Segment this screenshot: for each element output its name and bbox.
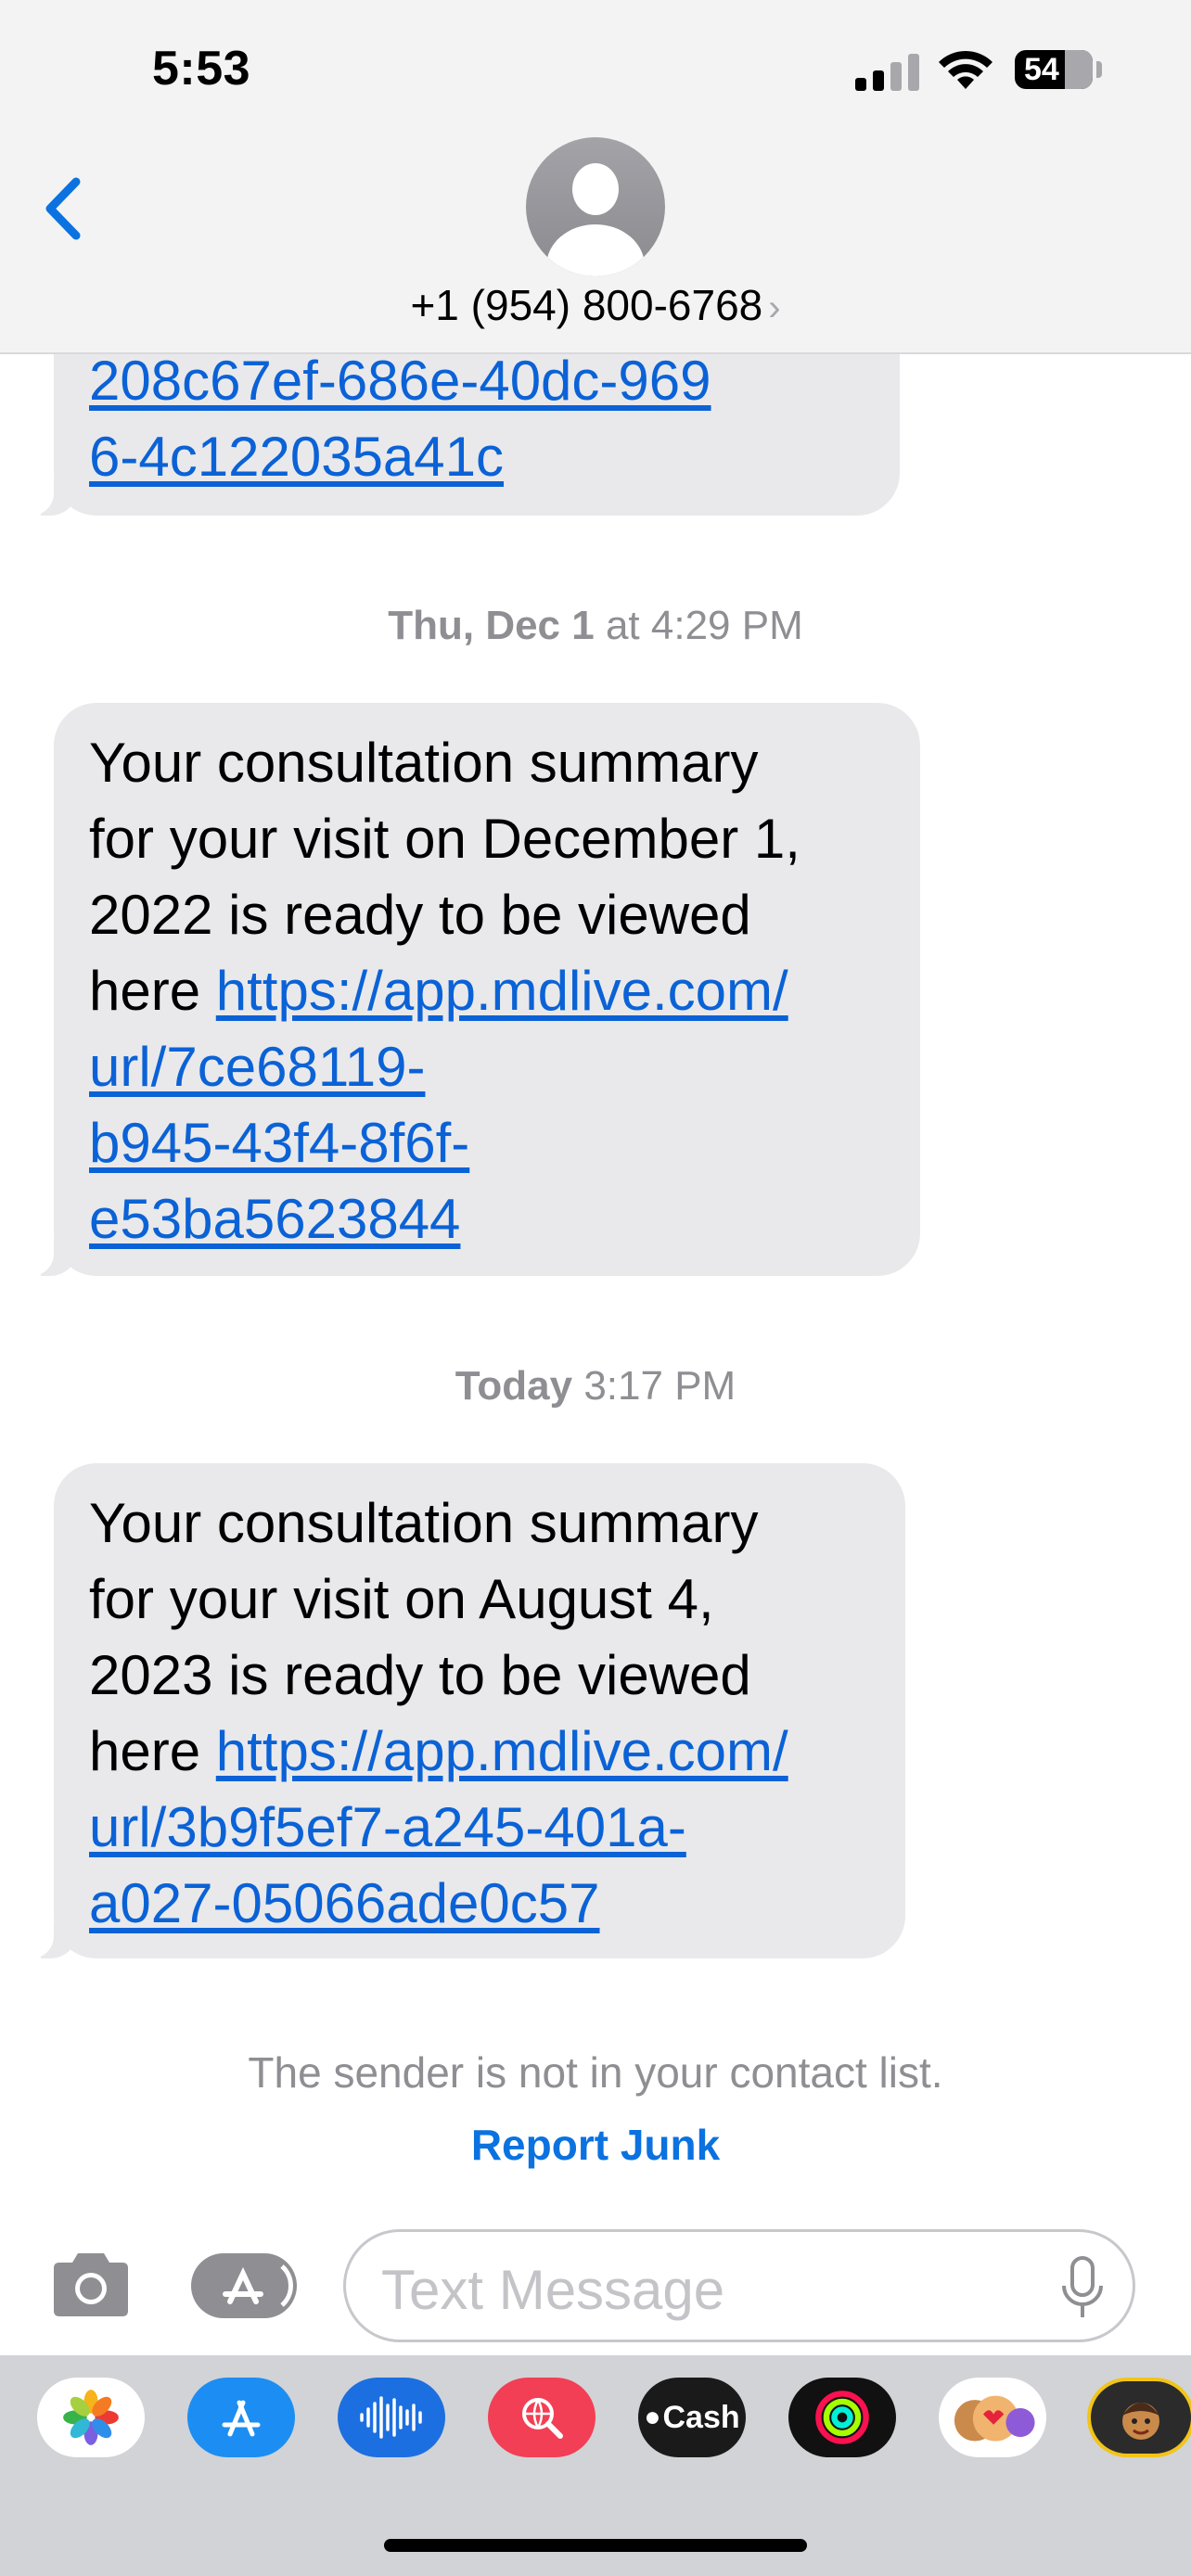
wifi-icon [939,50,992,89]
chevron-right-icon: › [768,287,781,328]
back-chevron-icon[interactable] [39,176,85,241]
battery-icon: 54 [1015,50,1093,89]
message-bubble[interactable]: Your consultation summary for your visit… [22,1463,905,1958]
navigation-header: 5:53 54 +1 (954) 800-6768 › [0,0,1191,354]
unknown-sender-notice: The sender is not in your contact list. [248,2048,943,2097]
home-indicator[interactable] [384,2539,807,2552]
message-timestamp: Today 3:17 PM [455,1363,736,1409]
status-time: 5:53 [152,42,251,96]
cellular-signal-icon [855,54,919,91]
message-bubble[interactable]: Your consultation summary for your visit… [22,703,920,1276]
app-store-glyph-icon [223,2264,293,2307]
apple-logo-icon: ● [644,2402,661,2432]
text-message-placeholder: Text Message [381,2259,725,2321]
photos-app-icon[interactable] [37,2378,145,2457]
memoji-stickers-icon[interactable] [939,2378,1046,2457]
activity-icon[interactable] [788,2378,896,2457]
app-store-toggle-button[interactable] [191,2253,297,2318]
message-timestamp: Thu, Dec 1 at 4:29 PM [388,603,803,648]
images-search-icon[interactable] [488,2378,596,2457]
apple-cash-icon[interactable]: ● Cash [638,2378,746,2457]
text-message-input[interactable]: Text Message [343,2229,1135,2342]
audio-message-icon[interactable] [338,2378,445,2457]
memoji-icon[interactable] [1087,2378,1191,2457]
battery-level: 54 [1024,51,1059,87]
camera-icon[interactable] [48,2251,134,2318]
contact-name[interactable]: +1 (954) 800-6768 › [0,280,1191,330]
app-store-icon[interactable] [187,2378,295,2457]
contact-avatar[interactable] [526,137,665,276]
message-link[interactable]: 208c67ef-686e-40dc-969 6-4c122035a41c [89,350,711,488]
microphone-icon[interactable] [1058,2254,1107,2323]
report-junk-button[interactable]: Report Junk [0,2120,1191,2170]
